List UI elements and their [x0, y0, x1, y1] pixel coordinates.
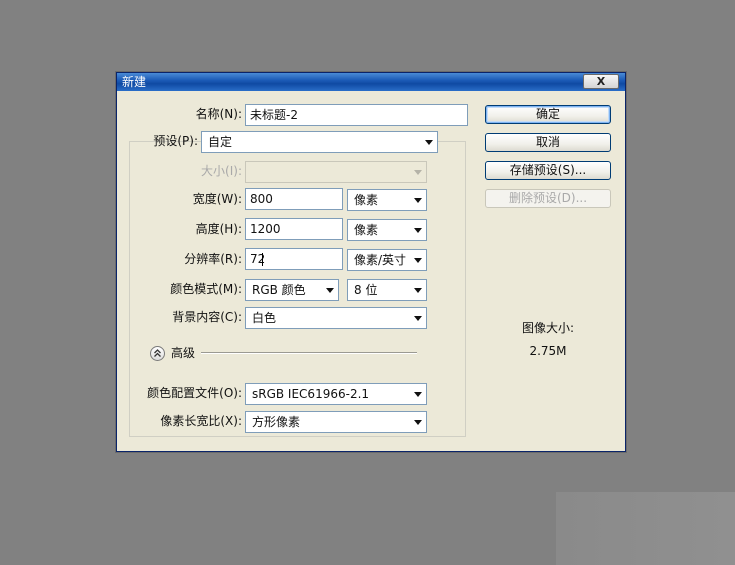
resolution-label: 分辨率(R): [184, 252, 242, 266]
chevron-down-icon [414, 258, 422, 263]
background-select[interactable]: 白色 [245, 307, 427, 329]
preset-label: 预设(P): [153, 134, 198, 148]
name-label: 名称(N): [195, 107, 242, 121]
color-profile-select[interactable]: sRGB IEC61966-2.1 [245, 383, 427, 405]
resolution-input[interactable]: 72 [245, 248, 343, 270]
size-select [245, 161, 427, 183]
resolution-unit-value: 像素/英寸 [354, 253, 407, 267]
color-profile-value: sRGB IEC61966-2.1 [252, 387, 370, 401]
dialog-title: 新建 [122, 75, 147, 89]
height-unit-value: 像素 [354, 223, 379, 237]
chevron-down-icon [414, 170, 422, 175]
height-unit-select[interactable]: 像素 [347, 219, 427, 241]
chevron-down-icon [414, 198, 422, 203]
width-input[interactable]: 800 [245, 188, 343, 210]
chevron-down-icon [326, 288, 334, 293]
color-mode-label: 颜色模式(M): [170, 282, 242, 296]
pixel-aspect-label: 像素长宽比(X): [160, 414, 242, 428]
background-label: 背景内容(C): [172, 310, 242, 324]
chevron-down-icon [414, 288, 422, 293]
chevron-down-icon [414, 316, 422, 321]
height-label: 高度(H): [195, 222, 242, 236]
chevron-down-icon [414, 392, 422, 397]
collapse-up-icon[interactable] [150, 346, 165, 361]
delete-preset-button: 删除预设(D)... [485, 189, 611, 208]
height-input[interactable]: 1200 [245, 218, 343, 240]
text-cursor [262, 253, 263, 266]
pixel-aspect-value: 方形像素 [252, 415, 301, 429]
width-unit-value: 像素 [354, 193, 379, 207]
ok-button[interactable]: 确定 [485, 105, 611, 124]
pixel-aspect-select[interactable]: 方形像素 [245, 411, 427, 433]
chevron-down-icon [414, 420, 422, 425]
color-mode-select[interactable]: RGB 颜色 [245, 279, 339, 301]
advanced-label[interactable]: 高级 [171, 343, 195, 363]
bit-depth-select[interactable]: 8 位 [347, 279, 427, 301]
width-label: 宽度(W): [192, 192, 242, 206]
title-bar[interactable]: 新建 X [117, 73, 625, 91]
background-value: 白色 [252, 311, 277, 325]
image-size-value: 2.75M [529, 344, 567, 358]
preset-value: 自定 [208, 135, 233, 149]
preset-select[interactable]: 自定 [201, 131, 438, 153]
size-label: 大小(I): [201, 164, 242, 178]
advanced-divider [201, 352, 417, 354]
image-size-label: 图像大小: [521, 321, 575, 335]
close-icon[interactable]: X [583, 74, 619, 89]
name-input[interactable]: 未标题-2 [245, 104, 468, 126]
background-blur [556, 492, 735, 565]
resolution-unit-select[interactable]: 像素/英寸 [347, 249, 427, 271]
chevron-down-icon [425, 140, 433, 145]
chevron-down-icon [414, 228, 422, 233]
cancel-button[interactable]: 取消 [485, 133, 611, 152]
width-unit-select[interactable]: 像素 [347, 189, 427, 211]
color-mode-value: RGB 颜色 [252, 283, 306, 297]
color-profile-label: 颜色配置文件(O): [147, 386, 242, 400]
bit-depth-value: 8 位 [354, 283, 378, 297]
save-preset-button[interactable]: 存储预设(S)... [485, 161, 611, 180]
